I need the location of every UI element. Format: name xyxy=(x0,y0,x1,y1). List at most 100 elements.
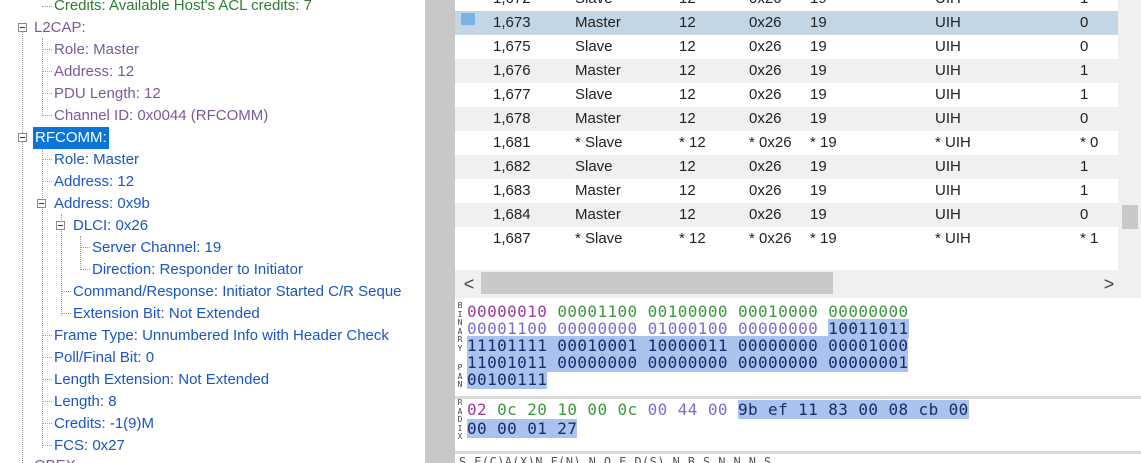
collapse-l2cap-icon[interactable] xyxy=(18,23,27,32)
pane-splitter[interactable] xyxy=(425,0,455,463)
tree-node-dlci[interactable]: DLCI: 0x26 xyxy=(73,215,148,237)
tree-connector xyxy=(42,93,52,94)
frame-grid[interactable]: 1,672Slave120x2619UIH11,673Master120x261… xyxy=(455,0,1141,270)
tree-node-direction[interactable]: Direction: Responder to Initiator xyxy=(92,259,303,281)
cell-type: UIH xyxy=(935,182,961,199)
cell-pf: 1 xyxy=(1080,158,1089,175)
tree-node-rfcomm-role[interactable]: Role: Master xyxy=(54,149,139,171)
cell-role: * Slave xyxy=(575,134,623,151)
packet-decode-tree[interactable]: Credits: Available Host's ACL credits: 7… xyxy=(0,0,425,463)
table-row[interactable]: 1,673 Master 12 0x26 19 UIH 0 xyxy=(455,11,1118,35)
cell-type: UIH xyxy=(935,110,961,127)
table-row[interactable]: 1,672 Slave 12 0x26 19 UIH 1 xyxy=(455,0,1118,11)
byte-group xyxy=(638,400,648,419)
tree-node-command-response[interactable]: Command/Response: Initiator Started C/R … xyxy=(73,281,402,303)
table-row[interactable]: 1,675 Slave 12 0x26 19 UIH 0 xyxy=(455,35,1118,59)
table-row[interactable]: 1,684 Master 12 0x26 19 UIH 0 xyxy=(455,203,1118,227)
tree-node-credits[interactable]: Credits: -1(9)M xyxy=(54,413,154,435)
cell-role: Master xyxy=(575,206,621,223)
radix-pane[interactable]: RADIX 02 0c 20 10 00 0c 00 44 00 9b ef 1… xyxy=(455,398,1141,451)
tree-node-l2cap-address[interactable]: Address: 12 xyxy=(54,61,134,83)
byte-line[interactable]: 02 0c 20 10 00 0c 00 44 00 9b ef 11 83 0… xyxy=(467,400,969,419)
cell-role: Master xyxy=(575,182,621,199)
grid-vertical-scroll-thumb[interactable] xyxy=(1122,205,1138,229)
cell-frame: 1,677 xyxy=(493,86,531,103)
binary-pane[interactable]: BINARY PAN 00000010 00001100 00100000 00… xyxy=(455,298,1141,396)
tree-node-length[interactable]: Length: 8 xyxy=(54,391,117,413)
cell-dlci: 0x26 xyxy=(749,0,782,11)
table-row[interactable]: 1,687 * Slave * 12 * 0x26 * 19 * UIH * 1 xyxy=(455,227,1118,251)
scroll-left-icon[interactable]: < xyxy=(459,273,479,295)
tree-node-l2cap[interactable]: L2CAP: xyxy=(34,17,86,39)
tree-node-l2cap-role[interactable]: Role: Master xyxy=(54,39,139,61)
tree-node-poll-final[interactable]: Poll/Final Bit: 0 xyxy=(54,347,154,369)
tree-node-acl-credits[interactable]: Credits: Available Host's ACL credits: 7 xyxy=(54,0,312,17)
tree-node-rfcomm[interactable]: RFCOMM: xyxy=(33,127,109,149)
cell-frame: 1,684 xyxy=(493,206,531,223)
byte-group: 9b ef 11 83 00 08 cb 00 xyxy=(737,400,969,419)
cell-frame: 1,681 xyxy=(493,134,531,151)
tree-node-rfcomm-address[interactable]: Address: 12 xyxy=(54,171,134,193)
cell-pf: * 0 xyxy=(1080,134,1099,151)
cell-dlci: * 0x26 xyxy=(749,230,792,247)
tree-node-pdu-length[interactable]: PDU Length: 12 xyxy=(54,83,161,105)
cell-pf: 0 xyxy=(1080,14,1089,31)
tree-guide-line xyxy=(80,236,81,270)
tree-node-frame-type[interactable]: Frame Type: Unnumbered Info with Header … xyxy=(54,325,389,347)
table-row[interactable]: 1,681 * Slave * 12 * 0x26 * 19 * UIH * 0 xyxy=(455,131,1118,155)
cell-ch: * 19 xyxy=(810,230,837,247)
cell-ch: 19 xyxy=(810,182,827,199)
tree-node-fcs[interactable]: FCS: 0x27 xyxy=(54,435,125,457)
cell-type: UIH xyxy=(935,62,961,79)
tree-node-server-channel[interactable]: Server Channel: 19 xyxy=(92,237,221,259)
cell-dlci: 0x26 xyxy=(749,86,782,103)
table-row[interactable]: 1,678 Master 12 0x26 19 UIH 0 xyxy=(455,107,1118,131)
cell-role: Master xyxy=(575,110,621,127)
tree-node-channel-id[interactable]: Channel ID: 0x0044 (RFCOMM) xyxy=(54,105,268,127)
cell-frame: 1,687 xyxy=(493,230,531,247)
grid-vertical-scrollbar[interactable] xyxy=(1118,0,1141,270)
cell-dlci: 0x26 xyxy=(749,206,782,223)
tree-connector xyxy=(42,6,52,7)
grid-horizontal-scroll-thumb[interactable] xyxy=(481,272,833,294)
cell-pf: 1 xyxy=(1080,182,1089,199)
table-row[interactable]: 1,677 Slave 12 0x26 19 UIH 1 xyxy=(455,83,1118,107)
tree-node-extension-bit[interactable]: Extension Bit: Not Extended xyxy=(73,303,260,325)
cell-addr: * 12 xyxy=(679,230,706,247)
cell-pf: 1 xyxy=(1080,86,1089,103)
byte-group: 02 xyxy=(467,400,488,419)
cell-addr: * 12 xyxy=(679,134,706,151)
bottom-decode-text: S E(C)A(X)N F(N) N O E D(S) N B S N N N … xyxy=(459,455,772,463)
cell-frame: 1,682 xyxy=(493,158,531,175)
collapse-address-icon[interactable] xyxy=(37,199,46,208)
cell-ch: * 19 xyxy=(810,134,837,151)
table-row[interactable]: 1,676 Master 12 0x26 19 UIH 1 xyxy=(455,59,1118,83)
bottom-decode-pane[interactable]: S E(C)A(X)N F(N) N O E D(S) N B S N N N … xyxy=(455,455,1141,463)
tree-node-length-extension[interactable]: Length Extension: Not Extended xyxy=(54,369,269,391)
table-row[interactable]: 1,683 Master 12 0x26 19 UIH 1 xyxy=(455,179,1118,203)
collapse-dlci-icon[interactable] xyxy=(56,221,65,230)
tree-connector xyxy=(80,269,90,270)
cell-role: Master xyxy=(575,62,621,79)
pane-divider[interactable] xyxy=(455,451,1141,454)
cell-role: Slave xyxy=(575,0,613,11)
cell-pf: * 1 xyxy=(1080,230,1099,247)
cell-ch: 19 xyxy=(810,86,827,103)
tree-node-obex[interactable]: OBEX xyxy=(34,455,76,463)
byte-group xyxy=(728,400,738,419)
cell-addr: 12 xyxy=(679,158,696,175)
tree-connector xyxy=(80,247,90,248)
tree-node-address-hex[interactable]: Address: 0x9b xyxy=(54,193,150,215)
cell-type: UIH xyxy=(935,86,961,103)
table-row[interactable]: 1,682 Slave 12 0x26 19 UIH 1 xyxy=(455,155,1118,179)
collapse-rfcomm-icon[interactable] xyxy=(18,133,27,142)
scroll-right-icon[interactable]: > xyxy=(1099,273,1119,295)
byte-line[interactable]: 00100111 xyxy=(467,370,548,389)
cell-dlci: 0x26 xyxy=(749,158,782,175)
cell-type: UIH xyxy=(935,38,961,55)
byte-line[interactable]: 00 00 01 27 xyxy=(467,419,578,438)
cell-addr: 12 xyxy=(679,14,696,31)
cell-frame: 1,673 xyxy=(493,14,531,31)
grid-horizontal-scrollbar[interactable]: < > xyxy=(455,270,1141,298)
cell-dlci: 0x26 xyxy=(749,38,782,55)
